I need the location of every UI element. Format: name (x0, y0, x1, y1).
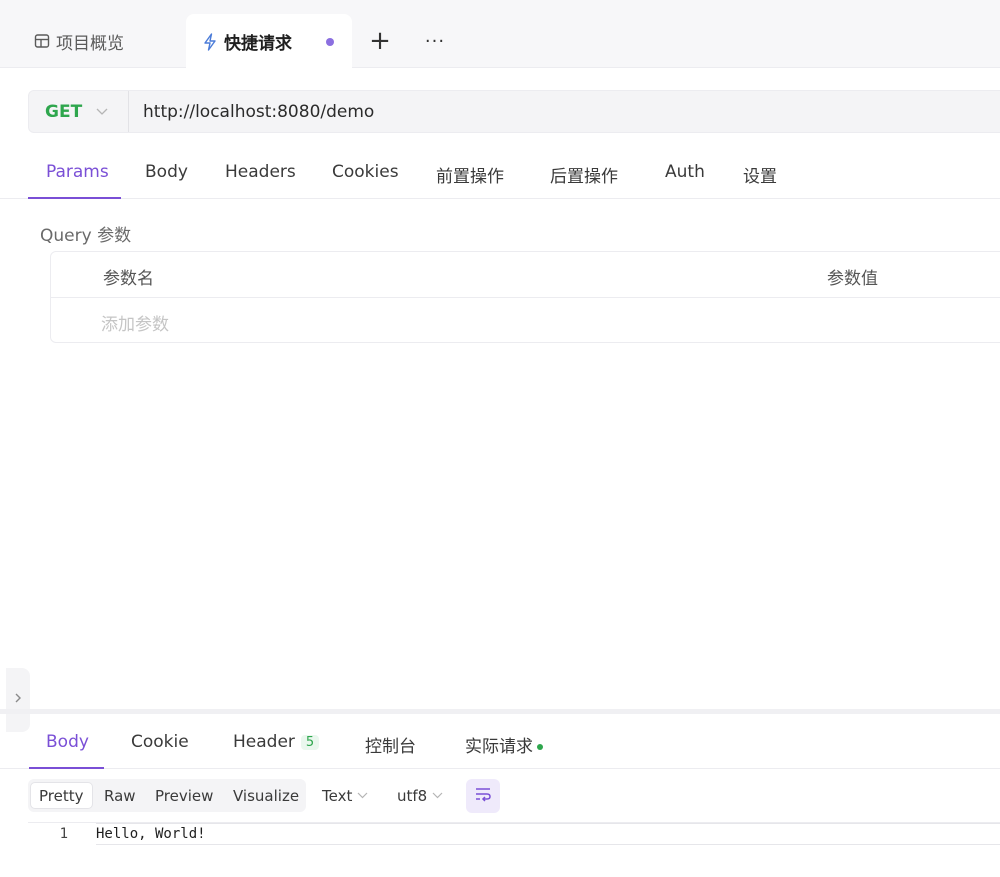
encoding-value: utf8 (397, 786, 428, 805)
content-type-value: Text (322, 786, 353, 805)
format-pretty-button[interactable]: Pretty (30, 782, 93, 809)
content-type-select[interactable]: Text (322, 779, 368, 812)
tab-project-overview[interactable]: 项目概览 (34, 14, 124, 68)
method-label: GET (45, 101, 83, 122)
chevron-right-icon (14, 692, 22, 708)
current-line-highlight (96, 823, 1000, 845)
response-active-tab-indicator (29, 767, 104, 769)
status-dot (537, 744, 543, 750)
request-tabs: Params Body Headers Cookies 前置操作 后置操作 Au… (0, 150, 1000, 199)
response-tab-actual-request[interactable]: 实际请求 (465, 732, 543, 757)
tab-bar: 项目概览 快捷请求 + ··· (0, 0, 1000, 68)
plus-icon: + (369, 26, 391, 56)
wrap-lines-icon (474, 786, 492, 806)
line-number: 1 (59, 826, 68, 842)
url-bar: GET (28, 90, 1000, 133)
url-input[interactable] (143, 91, 963, 132)
format-preview-button[interactable]: Preview (155, 782, 213, 809)
encoding-select[interactable]: utf8 (397, 779, 443, 812)
tab-auth[interactable]: Auth (665, 162, 705, 199)
response-body-text: Hello, World! (96, 826, 206, 842)
response-tabs: Body Cookie Header 5 控制台 实际请求 (0, 714, 1000, 769)
format-toggle-group: Pretty Raw Preview Visualize (28, 779, 306, 812)
column-header-param-name: 参数名 (103, 269, 154, 289)
method-select[interactable]: GET (45, 91, 82, 132)
tab-body[interactable]: Body (145, 162, 188, 199)
response-body-editor[interactable]: 1 Hello, World! (28, 822, 1000, 877)
tab-quick-request-label: 快捷请求 (224, 33, 292, 54)
format-visualize-button[interactable]: Visualize (233, 782, 299, 809)
param-table-header: 参数名 参数值 (51, 252, 1000, 298)
response-tab-header[interactable]: Header 5 (233, 732, 320, 752)
lightning-icon (202, 33, 218, 51)
response-tab-cookie[interactable]: Cookie (131, 732, 189, 752)
add-tab-button[interactable]: + (369, 26, 391, 56)
response-tab-console[interactable]: 控制台 (365, 732, 416, 757)
response-tab-header-label: Header (233, 732, 295, 752)
chevron-down-icon[interactable] (93, 103, 111, 121)
header-count-badge: 5 (300, 734, 320, 750)
chevron-down-icon (432, 789, 443, 802)
tab-post-operations[interactable]: 后置操作 (550, 162, 618, 199)
tab-project-overview-label: 项目概览 (56, 33, 124, 54)
tab-quick-request[interactable]: 快捷请求 (186, 14, 352, 68)
tab-pre-operations[interactable]: 前置操作 (436, 162, 504, 199)
format-raw-button[interactable]: Raw (104, 782, 136, 809)
tab-params[interactable]: Params (46, 162, 109, 199)
tab-settings[interactable]: 设置 (743, 162, 777, 199)
tab-cookies[interactable]: Cookies (332, 162, 399, 199)
active-tab-indicator (28, 197, 121, 199)
wrap-lines-button[interactable] (466, 779, 500, 813)
response-tab-actual-request-label: 实际请求 (465, 737, 533, 757)
response-tab-body[interactable]: Body (46, 732, 89, 752)
tab-headers[interactable]: Headers (225, 162, 296, 199)
url-divider (128, 91, 129, 132)
layout-icon (34, 33, 50, 49)
query-section-label: Query 参数 (40, 226, 132, 246)
column-header-param-value: 参数值 (827, 269, 878, 289)
query-params-table: 参数名 参数值 添加参数 (50, 251, 1000, 343)
add-param-input[interactable]: 添加参数 (101, 310, 169, 335)
more-icon: ··· (424, 30, 446, 52)
more-tabs-button[interactable]: ··· (421, 28, 449, 54)
code-line: 1 Hello, World! (28, 823, 1000, 845)
chevron-down-icon (357, 789, 368, 802)
unsaved-indicator-dot (326, 38, 334, 46)
